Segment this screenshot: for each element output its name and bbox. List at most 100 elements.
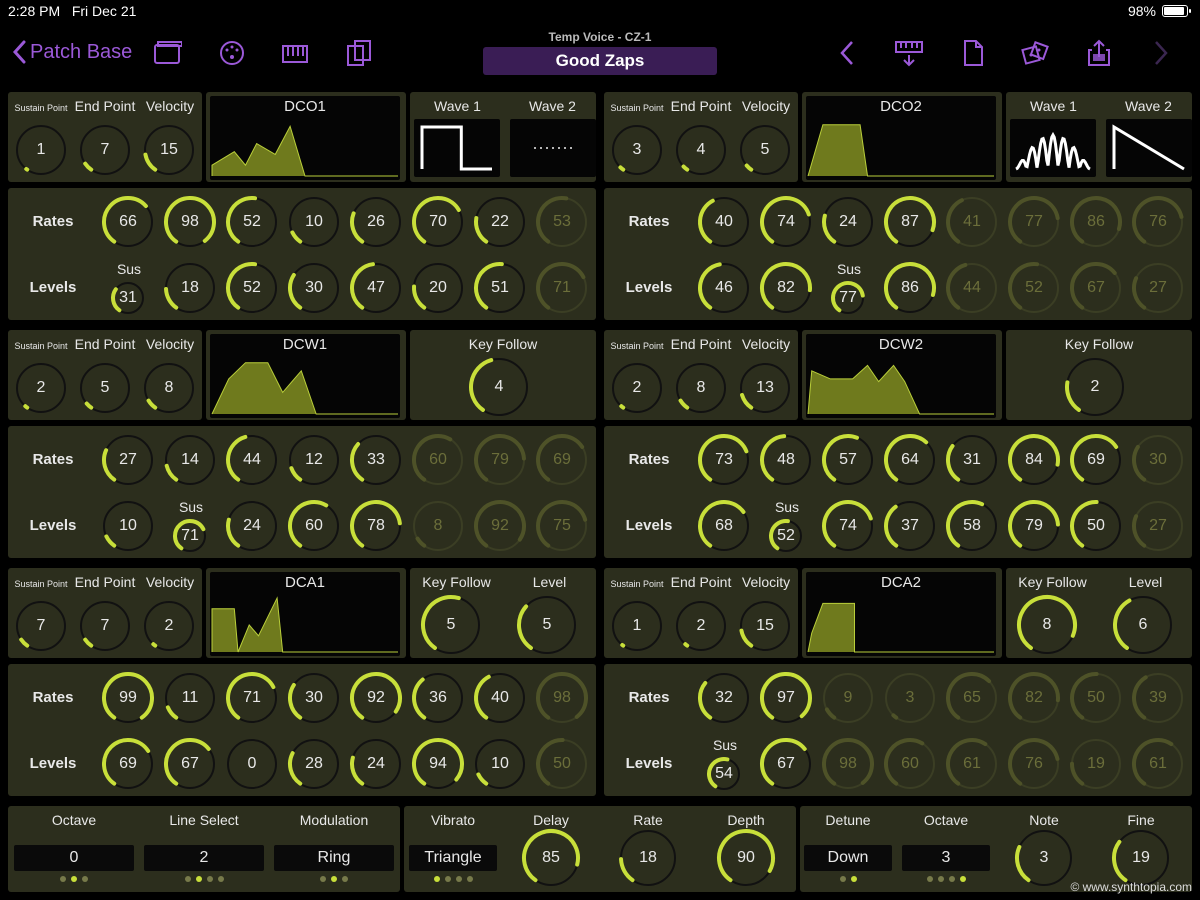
dco2-velocity-knob[interactable]: 5 (738, 123, 792, 177)
dca2-level-knob-2[interactable]: 67 (759, 737, 813, 791)
dca1-rate-knob-5[interactable]: 92 (349, 671, 403, 725)
dcw2-level-knob-4[interactable]: 37 (883, 499, 937, 553)
dcw1-level-knob-4[interactable]: 60 (287, 499, 341, 553)
dco1-level-knob-3[interactable]: 52 (225, 261, 279, 315)
dco1-rate-knob-4[interactable]: 10 (287, 195, 341, 249)
dcw2-level-knob-5[interactable]: 58 (945, 499, 999, 553)
dco1-level-knob-1[interactable]: 31 (110, 280, 146, 316)
dcw1-level-knob-7[interactable]: 92 (473, 499, 527, 553)
dcw2-level-knob-2[interactable]: 52 (768, 518, 804, 554)
dco2-level-knob-1[interactable]: 46 (697, 261, 751, 315)
next-arrow-icon[interactable] (1146, 38, 1176, 68)
dca2-rate-knob-1[interactable]: 32 (697, 671, 751, 725)
dca2-velocity-knob[interactable]: 15 (738, 599, 792, 653)
dca1-rate-knob-3[interactable]: 71 (225, 671, 279, 725)
dco2-rate-knob-4[interactable]: 87 (883, 195, 937, 249)
dca2-level-knob-3[interactable]: 98 (821, 737, 875, 791)
dco1-rate-knob-2[interactable]: 98 (163, 195, 217, 249)
dco1-level-knob-5[interactable]: 47 (349, 261, 403, 315)
dco1-sustain-point-knob[interactable]: 1 (14, 123, 68, 177)
dca2-level-knob-1[interactable]: 54 (706, 756, 742, 792)
copy-icon[interactable] (344, 38, 374, 68)
dco2-rate-knob-7[interactable]: 86 (1069, 195, 1123, 249)
dcw1-rate-knob-2[interactable]: 14 (163, 433, 217, 487)
dca1-rate-knob-8[interactable]: 98 (535, 671, 589, 725)
dca2-level-knob-8[interactable]: 61 (1131, 737, 1185, 791)
dca1-level-knob-7[interactable]: 10 (473, 737, 527, 791)
dcw2-rate-knob-5[interactable]: 31 (945, 433, 999, 487)
dco2-rate-knob-1[interactable]: 40 (697, 195, 751, 249)
dca2-rate-knob-6[interactable]: 82 (1007, 671, 1061, 725)
dca1-level-knob-1[interactable]: 69 (101, 737, 155, 791)
dca1-level-knob[interactable]: 5 (516, 594, 578, 656)
dca1-level-knob-4[interactable]: 28 (287, 737, 341, 791)
dcw1-rate-knob-8[interactable]: 69 (535, 433, 589, 487)
dcw1-level-knob-1[interactable]: 10 (101, 499, 155, 553)
line-select-selector[interactable]: 2 (144, 845, 264, 871)
vibrato-selector[interactable]: Triangle (409, 845, 497, 871)
dco2-level-knob-7[interactable]: 67 (1069, 261, 1123, 315)
modulation-selector[interactable]: Ring (274, 845, 394, 871)
dco2-level-knob-2[interactable]: 82 (759, 261, 813, 315)
dcw2-key-follow-knob[interactable]: 2 (1064, 356, 1126, 418)
dcw1-level-knob-8[interactable]: 75 (535, 499, 589, 553)
dco2-rate-knob-5[interactable]: 41 (945, 195, 999, 249)
dco2-sustain-point-knob[interactable]: 3 (610, 123, 664, 177)
dco1-rate-knob-6[interactable]: 70 (411, 195, 465, 249)
dcw2-level-knob-8[interactable]: 27 (1131, 499, 1185, 553)
dca1-rate-knob-6[interactable]: 36 (411, 671, 465, 725)
dco1-rate-knob-5[interactable]: 26 (349, 195, 403, 249)
dca2-level-knob[interactable]: 6 (1112, 594, 1174, 656)
dca1-key-follow-knob[interactable]: 5 (420, 594, 482, 656)
dca2-sustain-point-knob[interactable]: 1 (610, 599, 664, 653)
vibrato-rate-knob[interactable]: 18 (618, 828, 678, 888)
dca1-level-knob-3[interactable]: 0 (225, 737, 279, 791)
dcw1-level-knob-6[interactable]: 8 (411, 499, 465, 553)
detune-octave-selector[interactable]: 3 (902, 845, 990, 871)
dco2-rate-knob-3[interactable]: 24 (821, 195, 875, 249)
prev-arrow-icon[interactable] (832, 38, 862, 68)
dco1-wave2-selector[interactable] (510, 119, 596, 177)
dcw2-rate-knob-7[interactable]: 69 (1069, 433, 1123, 487)
dcw2-sustain-point-knob[interactable]: 2 (610, 361, 664, 415)
dcw1-level-knob-2[interactable]: 71 (172, 518, 208, 554)
dcw2-rate-knob-4[interactable]: 64 (883, 433, 937, 487)
dca1-level-knob-2[interactable]: 67 (163, 737, 217, 791)
midi-keyboard-icon[interactable] (894, 38, 924, 68)
dco2-level-knob-5[interactable]: 44 (945, 261, 999, 315)
dco1-rate-knob-3[interactable]: 52 (225, 195, 279, 249)
dco1-level-knob-7[interactable]: 51 (473, 261, 527, 315)
dca1-end-point-knob[interactable]: 7 (78, 599, 132, 653)
dco2-level-knob-4[interactable]: 86 (883, 261, 937, 315)
dca1-level-knob-5[interactable]: 24 (349, 737, 403, 791)
dco1-end-point-knob[interactable]: 7 (78, 123, 132, 177)
dco1-level-knob-2[interactable]: 18 (163, 261, 217, 315)
dca1-rate-knob-4[interactable]: 30 (287, 671, 341, 725)
dcw2-rate-knob-2[interactable]: 48 (759, 433, 813, 487)
detune-fine-knob[interactable]: 19 (1111, 828, 1171, 888)
dice-icon[interactable] (1020, 38, 1050, 68)
dcw2-rate-knob-6[interactable]: 84 (1007, 433, 1061, 487)
dcw2-rate-knob-1[interactable]: 73 (697, 433, 751, 487)
dcw2-level-knob-3[interactable]: 74 (821, 499, 875, 553)
dca2-level-knob-5[interactable]: 61 (945, 737, 999, 791)
palette-icon[interactable] (217, 38, 247, 68)
dca1-level-knob-8[interactable]: 50 (535, 737, 589, 791)
dcw2-rate-knob-8[interactable]: 30 (1131, 433, 1185, 487)
dco2-end-point-knob[interactable]: 4 (674, 123, 728, 177)
dca2-level-knob-4[interactable]: 60 (883, 737, 937, 791)
dca1-sustain-point-knob[interactable]: 7 (14, 599, 68, 653)
dca2-level-knob-7[interactable]: 19 (1069, 737, 1123, 791)
dco1-level-knob-6[interactable]: 20 (411, 261, 465, 315)
dca1-rate-knob-2[interactable]: 11 (163, 671, 217, 725)
vibrato-depth-knob[interactable]: 90 (716, 828, 776, 888)
dcw2-end-point-knob[interactable]: 8 (674, 361, 728, 415)
dcw1-rate-knob-3[interactable]: 44 (225, 433, 279, 487)
dca2-key-follow-knob[interactable]: 8 (1016, 594, 1078, 656)
dco1-level-knob-4[interactable]: 30 (287, 261, 341, 315)
dco2-level-knob-8[interactable]: 27 (1131, 261, 1185, 315)
dcw1-level-knob-5[interactable]: 78 (349, 499, 403, 553)
dcw1-rate-knob-1[interactable]: 27 (101, 433, 155, 487)
dca2-rate-knob-4[interactable]: 3 (883, 671, 937, 725)
back-button[interactable]: Patch Base (12, 40, 132, 64)
